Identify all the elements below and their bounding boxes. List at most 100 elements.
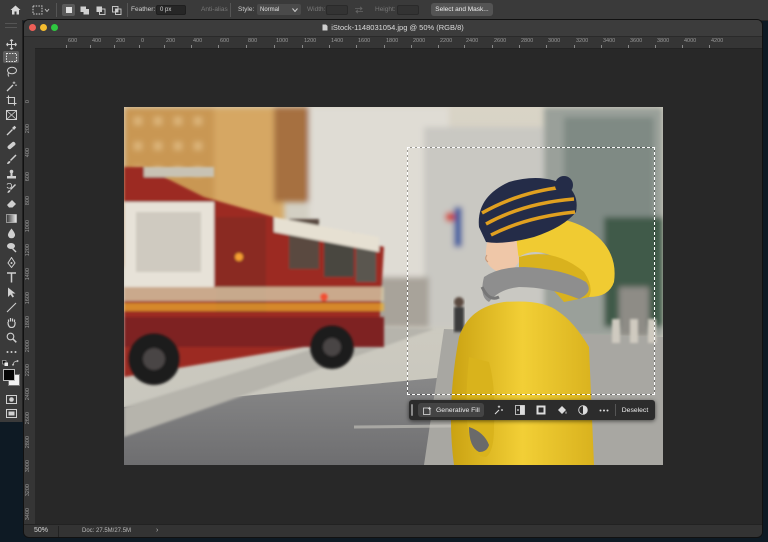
tools-panel — [0, 20, 23, 422]
ruler-tick-mark — [246, 45, 247, 48]
crop-tool-icon[interactable] — [3, 94, 19, 106]
marquee-tool-preset-icon[interactable] — [32, 4, 50, 16]
more-tools-icon[interactable] — [3, 346, 19, 358]
fill-selection-icon[interactable] — [556, 404, 568, 416]
path-selection-tool-icon[interactable] — [3, 286, 19, 298]
select-and-mask-button[interactable]: Select and Mask... — [431, 3, 493, 16]
healing-brush-tool-icon[interactable] — [3, 139, 19, 151]
ruler-tick-mark — [546, 45, 547, 48]
ruler-tick-label: 200 — [25, 124, 31, 134]
document-window: iStock-1148031054.jpg @ 50% (RGB/8) 600 4… — [24, 20, 762, 537]
contextual-task-bar: Generative Fill Deselect — [409, 400, 655, 420]
ruler-tick-mark — [384, 45, 385, 48]
invert-selection-icon[interactable] — [514, 404, 526, 416]
pen-tool-icon[interactable] — [3, 256, 19, 268]
height-input[interactable] — [397, 5, 419, 15]
move-tool-icon[interactable] — [3, 38, 19, 50]
status-menu-arrow[interactable]: › — [156, 527, 158, 534]
ruler-tick-label: 1600 — [25, 292, 31, 305]
more-options-icon[interactable] — [598, 404, 610, 416]
ruler-tick-label: 0 — [25, 100, 31, 104]
zoom-tool-icon[interactable] — [3, 331, 19, 343]
eraser-tool-icon[interactable] — [3, 197, 19, 209]
frame-tool-icon[interactable] — [3, 109, 19, 121]
antialias-label[interactable]: Anti-alias — [201, 6, 228, 13]
ruler-tick-label: 2200 — [440, 38, 453, 44]
line-tool-icon[interactable] — [3, 301, 19, 313]
canvas-area[interactable]: Generative Fill Deselect — [35, 49, 762, 524]
ruler-tick-label: 1600 — [358, 38, 371, 44]
quick-mask-icon[interactable] — [3, 393, 19, 405]
eyedropper-tool-icon[interactable] — [3, 124, 19, 136]
foreground-color-swatch[interactable] — [3, 369, 15, 381]
dodge-tool-icon[interactable] — [3, 241, 19, 253]
document-file-icon — [322, 24, 328, 31]
lasso-tool-icon[interactable] — [3, 65, 19, 77]
ruler-tick-label: 400 — [92, 38, 102, 44]
ruler-tick-label: 1000 — [276, 38, 289, 44]
adjustment-layer-icon[interactable] — [577, 404, 589, 416]
ruler-tick-mark — [574, 45, 575, 48]
ruler-tick-label: 1800 — [25, 316, 31, 329]
modify-selection-icon[interactable] — [493, 404, 505, 416]
ruler-tick-label: 2600 — [25, 412, 31, 425]
style-select-value: Normal — [260, 6, 280, 13]
type-tool-icon[interactable] — [3, 271, 19, 283]
ruler-tick-label: 0 — [141, 38, 145, 44]
rectangular-marquee-tool-icon[interactable] — [3, 51, 19, 63]
intersect-selection-button[interactable] — [110, 4, 123, 16]
subtract-from-selection-button[interactable] — [94, 4, 107, 16]
zoom-level[interactable]: 50% — [34, 527, 48, 534]
magic-wand-tool-icon[interactable] — [3, 80, 19, 92]
generative-fill-button[interactable]: Generative Fill — [418, 403, 484, 417]
width-input[interactable] — [326, 5, 348, 15]
horizontal-ruler[interactable]: 600 400 200 0 200 400 600 800 1000 1200 1400 1600 18… — [36, 37, 762, 49]
ruler-tick-mark — [302, 45, 303, 48]
new-selection-button[interactable] — [62, 4, 75, 16]
ruler-tick-label: 2000 — [413, 38, 426, 44]
gradient-tool-icon[interactable] — [3, 212, 19, 224]
ruler-tick-mark — [66, 45, 67, 48]
ruler-tick-mark — [492, 45, 493, 48]
ruler-tick-label: 1200 — [25, 244, 31, 257]
blur-tool-icon[interactable] — [3, 227, 19, 239]
history-brush-tool-icon[interactable] — [3, 182, 19, 194]
taskbar-grip[interactable] — [411, 404, 413, 416]
clone-stamp-tool-icon[interactable] — [3, 168, 19, 180]
default-colors-icon[interactable] — [2, 360, 9, 367]
ruler-tick-label: 2800 — [521, 38, 534, 44]
options-bar: Feather: 0 px Anti-alias Style: Normal W… — [0, 0, 768, 21]
toolbar-grip — [5, 23, 17, 28]
ruler-tick-label: 1200 — [304, 38, 317, 44]
width-label: Width: — [307, 6, 326, 13]
marquee-selection[interactable] — [407, 147, 655, 395]
hand-tool-icon[interactable] — [3, 316, 19, 328]
screen-mode-icon[interactable] — [3, 407, 19, 419]
feather-input[interactable]: 0 px — [156, 5, 186, 15]
style-select[interactable]: Normal — [257, 4, 301, 15]
document-size: Doc: 27.5M/27.5M — [82, 528, 132, 534]
ruler-tick-label: 1000 — [25, 220, 31, 233]
create-mask-icon[interactable] — [535, 404, 547, 416]
home-icon[interactable] — [8, 4, 22, 16]
ruler-tick-label: 1400 — [331, 38, 344, 44]
ruler-tick-mark — [601, 45, 602, 48]
status-bar: 50% Doc: 27.5M/27.5M › — [24, 524, 762, 537]
ruler-tick-label: 800 — [248, 38, 258, 44]
ruler-tick-label: 600 — [68, 38, 78, 44]
ruler-tick-mark — [114, 45, 115, 48]
ruler-tick-label: 200 — [166, 38, 176, 44]
add-to-selection-button[interactable] — [78, 4, 91, 16]
generative-fill-label: Generative Fill — [436, 406, 480, 414]
ruler-tick-label: 1400 — [25, 268, 31, 281]
ruler-tick-mark — [709, 45, 710, 48]
status-divider — [58, 526, 59, 537]
ruler-tick-label: 2400 — [466, 38, 479, 44]
ruler-tick-label: 3800 — [657, 38, 670, 44]
feather-label: Feather: — [131, 6, 156, 13]
swap-width-height-icon[interactable] — [353, 5, 365, 15]
brush-tool-icon[interactable] — [3, 153, 19, 165]
deselect-button[interactable]: Deselect — [618, 403, 652, 417]
ruler-tick-mark — [628, 45, 629, 48]
swap-colors-icon[interactable] — [11, 359, 20, 367]
